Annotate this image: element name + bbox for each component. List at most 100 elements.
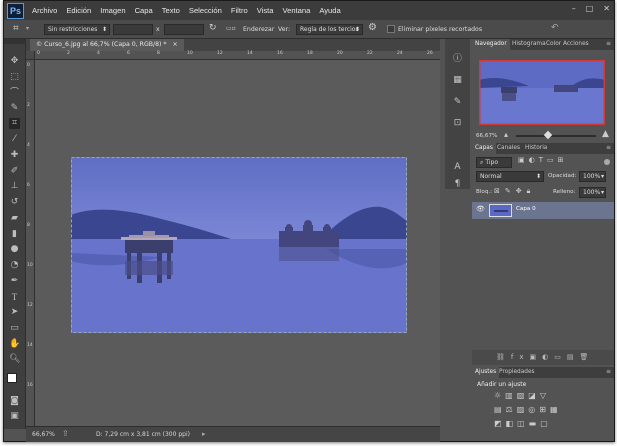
visibility-eye-icon[interactable]: 👁︎ [476, 205, 485, 213]
clone-stamp-tool-icon[interactable]: ⊥ [9, 181, 20, 192]
blend-mode-select[interactable]: Normal ⬍ [476, 171, 544, 182]
zoom-level[interactable]: 66,67% [32, 431, 55, 438]
tools-grip[interactable] [4, 39, 25, 44]
zoom-in-icon[interactable]: ▲ [602, 129, 609, 139]
close-tab-icon[interactable]: × [172, 41, 177, 48]
minimize-button[interactable]: – [572, 4, 576, 13]
height-input[interactable] [164, 24, 204, 35]
ruler-origin[interactable] [26, 51, 35, 60]
menu-item[interactable]: Selección [189, 6, 222, 15]
menu-item[interactable]: Vista [257, 6, 274, 15]
hand-tool-icon[interactable]: ✋ [9, 339, 20, 350]
menu-item[interactable]: Edición [66, 6, 91, 15]
ruler-tick-label: 2 [67, 51, 70, 56]
layer-filter-select[interactable]: ⌕ Tipo [476, 157, 512, 168]
gradient-tool-icon[interactable]: ▮ [9, 229, 20, 240]
preset-dropdown-icon[interactable]: ▾ [26, 25, 29, 32]
color-panel-icon[interactable]: ▦ [452, 75, 463, 86]
delete-pixels-checkbox[interactable] [387, 25, 395, 33]
blur-tool-icon[interactable]: ● [9, 244, 20, 255]
opacity-value: 100% [583, 173, 601, 180]
tab-channels[interactable]: Canales [494, 143, 523, 154]
lasso-tool-icon[interactable]: ⌒ [9, 88, 20, 99]
layer-name[interactable]: Capa 0 [516, 206, 536, 212]
adjustment-icons-row-2[interactable]: ▤⚖▨◎⊞▦ [494, 405, 562, 414]
foreground-color-swatch[interactable] [7, 373, 17, 383]
info-icon[interactable]: ⓘ [452, 54, 463, 65]
menu-item[interactable]: Imagen [100, 6, 125, 15]
lock-icons[interactable]: ⊠✎✥🔒︎ [494, 187, 535, 196]
layer-filter-icons[interactable]: ▣◐T▭⊞ [518, 156, 567, 164]
paragraph-panel-icon[interactable]: ¶ [452, 179, 463, 190]
screen-mode-icon[interactable]: ▣ [9, 411, 20, 422]
tab-actions[interactable]: Acciones [560, 39, 592, 50]
navigator-zoom[interactable]: 66,67% [476, 133, 497, 139]
dodge-tool-icon[interactable]: ◔ [9, 260, 20, 271]
zoom-slider[interactable] [516, 135, 596, 137]
filter-toggle[interactable] [604, 159, 610, 165]
reset-icon[interactable]: ↶ [551, 23, 559, 33]
adjustment-icons-row-1[interactable]: ☼▥▧◪▽ [494, 391, 550, 400]
window-controls: – □ ✕ [572, 4, 610, 13]
gear-icon[interactable]: ⚙ [368, 22, 377, 33]
close-button[interactable]: ✕ [603, 4, 610, 13]
status-menu-arrow-icon[interactable]: ▸ [202, 430, 206, 438]
adjustment-icons-row-3[interactable]: ◩◧◫▬▢ [494, 419, 552, 428]
quick-mask-icon[interactable]: ◙ [9, 396, 20, 407]
navigator-thumbnail[interactable] [479, 60, 605, 125]
healing-brush-tool-icon[interactable]: ✚ [9, 150, 20, 161]
zoom-slider-handle[interactable] [543, 130, 553, 140]
history-brush-tool-icon[interactable]: ↺ [9, 197, 20, 208]
type-tool-icon[interactable]: T [9, 292, 20, 303]
ruler-tick-label: 16 [277, 51, 283, 56]
shape-tool-icon[interactable]: ▭ [9, 323, 20, 334]
layer-filter-value: Tipo [485, 159, 499, 166]
tool-presets-icon[interactable]: ⊡ [452, 118, 463, 129]
move-tool-icon[interactable]: ✥ [9, 56, 20, 67]
quick-selection-tool-icon[interactable]: ✎ [9, 103, 20, 114]
path-selection-tool-icon[interactable]: ➤ [9, 307, 20, 318]
layer-actions-icons[interactable]: ⛓fx▣◐▭▤🗑︎ [496, 353, 594, 361]
panel-menu-icon[interactable]: ≡ [606, 368, 611, 375]
tab-layers[interactable]: Capas [472, 143, 496, 154]
zoom-out-icon[interactable]: ▴ [504, 130, 508, 139]
character-panel-icon[interactable]: A [452, 162, 463, 173]
chevron-down-icon: ▾ [600, 173, 604, 180]
brush-presets-icon[interactable]: ✎ [452, 97, 463, 108]
opacity-input[interactable]: 100% ▾ [579, 171, 606, 182]
navigator-tabs: Navegador Histograma Color Acciones ≡ [472, 39, 614, 50]
share-icon[interactable]: ⇪ [62, 429, 69, 438]
marquee-tool-icon[interactable]: ⬚ [9, 72, 20, 83]
tab-properties[interactable]: Propiedades [496, 367, 538, 378]
document-image [71, 157, 407, 333]
menu-item[interactable]: Filtro [231, 6, 248, 15]
ruler-tick-label: 20 [337, 51, 343, 56]
layer-row[interactable]: 👁︎ Capa 0 [472, 202, 614, 219]
canvas-area[interactable] [35, 60, 440, 426]
straighten-icon[interactable]: ▭▫ [226, 25, 236, 32]
menu-item[interactable]: Capa [135, 6, 153, 15]
layers-footer: ⛓fx▣◐▭▤🗑︎ [472, 350, 614, 365]
panel-menu-icon[interactable]: ≡ [606, 144, 611, 151]
width-input[interactable] [113, 24, 153, 35]
zoom-tool-icon[interactable]: 🔍︎ [9, 354, 20, 365]
menu-item[interactable]: Archivo [32, 6, 57, 15]
crop-tool-icon[interactable]: ⌗ [9, 118, 20, 129]
panel-menu-icon[interactable]: ≡ [606, 40, 611, 47]
tab-navigator[interactable]: Navegador [472, 39, 510, 50]
swap-dimensions-icon[interactable]: ↻ [209, 23, 217, 33]
document-tab[interactable]: © Curso_6.jpg al 66,7% (Capa 0, RGB/8) *… [30, 39, 184, 51]
menu-item[interactable]: Ventana [282, 6, 310, 15]
pen-tool-icon[interactable]: ✒ [9, 276, 20, 287]
brush-tool-icon[interactable]: ✐ [9, 166, 20, 177]
tab-history[interactable]: Historia [522, 143, 550, 154]
menu-item[interactable]: Texto [162, 6, 180, 15]
maximize-button[interactable]: □ [586, 4, 594, 13]
ratio-select[interactable]: Sin restricciones ⬍ [44, 24, 110, 35]
crop-tool-preset-icon[interactable]: ⌗ [13, 23, 19, 34]
fill-input[interactable]: 100% ▾ [579, 187, 606, 198]
eyedropper-tool-icon[interactable]: ⁄ [9, 134, 20, 145]
overlay-select[interactable]: Regla de los tercios ⬍ [296, 24, 363, 35]
menu-item[interactable]: Ayuda [319, 6, 340, 15]
eraser-tool-icon[interactable]: ▰ [9, 213, 20, 224]
